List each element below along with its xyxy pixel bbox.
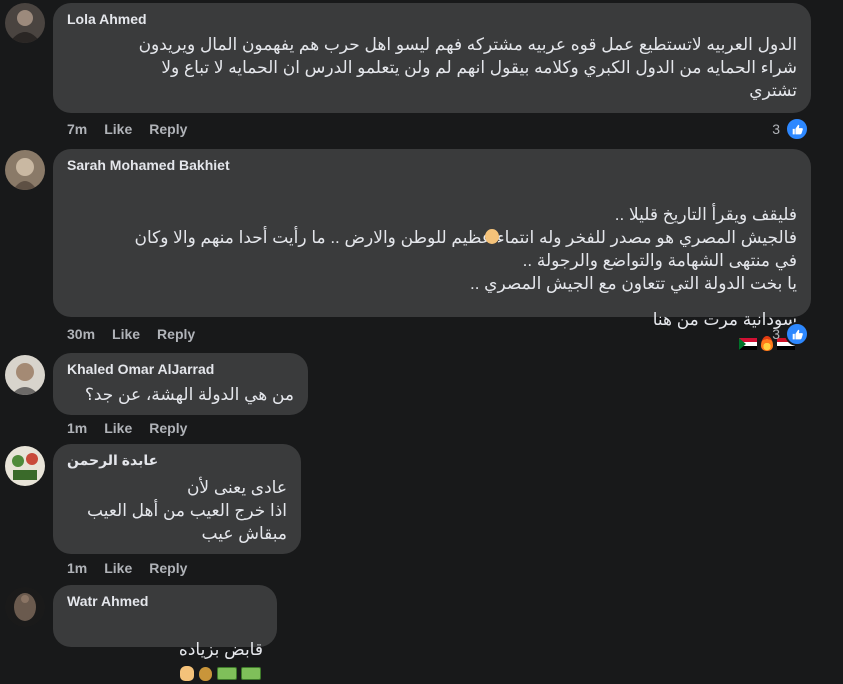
hand-icon xyxy=(180,666,194,682)
avatar[interactable] xyxy=(5,150,45,190)
fire-icon xyxy=(761,336,773,352)
like-button[interactable]: Like xyxy=(104,560,132,576)
reaction-count: 3 xyxy=(772,326,780,342)
avatar[interactable] xyxy=(5,446,45,486)
like-button[interactable]: Like xyxy=(112,326,140,342)
comment-text: عادى يعنى لأن اذا خرج العيب من أهل العيب… xyxy=(87,478,287,543)
comment-timestamp[interactable]: 1m xyxy=(67,420,87,436)
comment-bubble: Sarah Mohamed Bakhiet فليقف ويقرأ التاري… xyxy=(53,149,811,352)
comment-author[interactable]: عابدة الرحمن xyxy=(67,452,158,469)
comment-author[interactable]: Sarah Mohamed Bakhiet xyxy=(67,157,230,173)
reaction-summary[interactable]: 3 xyxy=(772,117,809,141)
comment-actions: 1m Like Reply xyxy=(67,420,187,436)
comment-bubble: Watr Ahmed قابض بزياده xyxy=(53,585,277,682)
like-thumb-icon xyxy=(785,322,809,346)
avatar[interactable] xyxy=(5,3,45,43)
sudan-flag-icon xyxy=(739,337,757,350)
comment-text: من هي الدولة الهشة، عن جد؟ xyxy=(84,385,294,404)
comment-actions: 30m Like Reply xyxy=(67,326,195,342)
money-bill-icon xyxy=(241,667,261,681)
reaction-summary[interactable]: 3 xyxy=(772,322,809,346)
comment-text: قابض بزياده xyxy=(63,615,263,684)
money-bill-icon xyxy=(217,667,237,681)
comment-author[interactable]: Lola Ahmed xyxy=(67,11,147,27)
comment-author[interactable]: Watr Ahmed xyxy=(67,593,148,609)
comment-actions: 1m Like Reply xyxy=(67,560,187,576)
comment-text-body: فليقف ويقرأ التاريخ قليلا .. فالجيش المص… xyxy=(134,205,797,293)
avatar-image xyxy=(5,150,45,190)
avatar[interactable] xyxy=(5,355,45,395)
comment-text: الدول العربيه لاتستطيع عمل قوه عربيه مشت… xyxy=(138,35,797,100)
comment-timestamp[interactable]: 1m xyxy=(67,560,87,576)
ok-hand-icon xyxy=(485,229,499,244)
comment-timestamp[interactable]: 7m xyxy=(67,121,87,137)
reply-button[interactable]: Reply xyxy=(149,420,187,436)
money-bag-icon xyxy=(199,666,212,681)
avatar-image xyxy=(5,355,45,395)
comment-text-body: قابض بزياده xyxy=(178,640,263,659)
reply-button[interactable]: Reply xyxy=(149,560,187,576)
reaction-count: 3 xyxy=(772,121,780,137)
avatar-image xyxy=(5,587,45,627)
comment-bubble: عابدة الرحمن عادى يعنى لأن اذا خرج العيب… xyxy=(53,444,301,554)
avatar[interactable] xyxy=(5,587,45,627)
comment-author[interactable]: Khaled Omar AlJarrad xyxy=(67,361,214,377)
avatar-image xyxy=(5,3,45,43)
comment-text: فليقف ويقرأ التاريخ قليلا .. فالجيش المص… xyxy=(67,180,797,295)
comment-timestamp[interactable]: 30m xyxy=(67,326,95,342)
like-thumb-icon xyxy=(785,117,809,141)
comment-bubble: Khaled Omar AlJarrad من هي الدولة الهشة،… xyxy=(53,353,308,415)
like-button[interactable]: Like xyxy=(104,121,132,137)
like-button[interactable]: Like xyxy=(104,420,132,436)
reply-button[interactable]: Reply xyxy=(157,326,195,342)
reply-button[interactable]: Reply xyxy=(149,121,187,137)
comment-bubble: Lola Ahmed الدول العربيه لاتستطيع عمل قو… xyxy=(53,3,811,113)
comment-text-last-line: سودانية مرت من هنا xyxy=(67,285,797,354)
comment-actions: 7m Like Reply xyxy=(67,121,187,137)
avatar-image xyxy=(5,446,45,486)
